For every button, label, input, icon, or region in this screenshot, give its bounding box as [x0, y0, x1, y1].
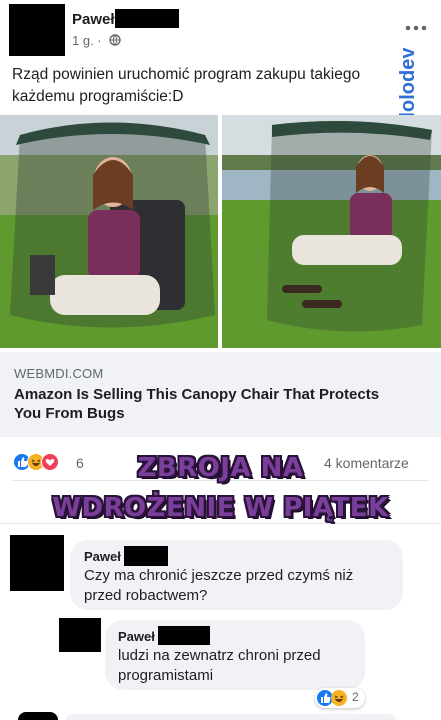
- action-bar-divider-bottom: [0, 523, 441, 524]
- name-redaction: [124, 546, 168, 566]
- post-timestamp[interactable]: 1 g. ·: [72, 33, 102, 48]
- comment-avatar[interactable]: [10, 535, 64, 591]
- link-preview-photo-left[interactable]: [0, 115, 218, 348]
- comment-text-line-1: Czy ma chronić jeszcze przed czymś niż: [84, 567, 354, 584]
- reply-reaction-count: 2: [352, 690, 359, 704]
- meme-caption-line-2: WDROŻENIE W PIĄTEK: [52, 493, 389, 523]
- link-preview-photo-right[interactable]: [222, 115, 441, 348]
- reply-text-line-1: ludzi na zewnatrz chroni przed: [118, 647, 321, 664]
- name-redaction: [115, 9, 179, 28]
- link-title-line-1[interactable]: Amazon Is Selling This Canopy Chair That…: [14, 385, 379, 404]
- link-domain: WEBMDI.COM: [14, 366, 104, 381]
- post-author-name[interactable]: Paweł: [72, 11, 115, 28]
- post-author-avatar[interactable]: [9, 4, 65, 56]
- next-comment-bubble: [66, 714, 396, 720]
- reply-avatar[interactable]: [59, 618, 101, 652]
- comment-text-line-2: przed robactwem?: [84, 587, 208, 604]
- next-comment-avatar[interactable]: [18, 712, 58, 720]
- name-redaction: [158, 626, 210, 645]
- reply-author[interactable]: Paweł: [118, 629, 155, 644]
- globe-icon: [109, 33, 121, 46]
- reply-reactions[interactable]: 2: [315, 688, 365, 708]
- meme-caption-line-1: ZBROJA NA: [137, 453, 304, 483]
- reply-text-line-2: programistami: [118, 667, 214, 684]
- post-text-line-2: każdemu programiście:D: [12, 88, 184, 105]
- haha-icon: [331, 690, 347, 706]
- post-text-line-1: Rząd powinien uruchomić program zakupu t…: [12, 66, 361, 83]
- comment-author[interactable]: Paweł: [84, 549, 121, 564]
- more-options-icon[interactable]: [405, 18, 427, 31]
- link-title-line-2[interactable]: You From Bugs: [14, 404, 125, 423]
